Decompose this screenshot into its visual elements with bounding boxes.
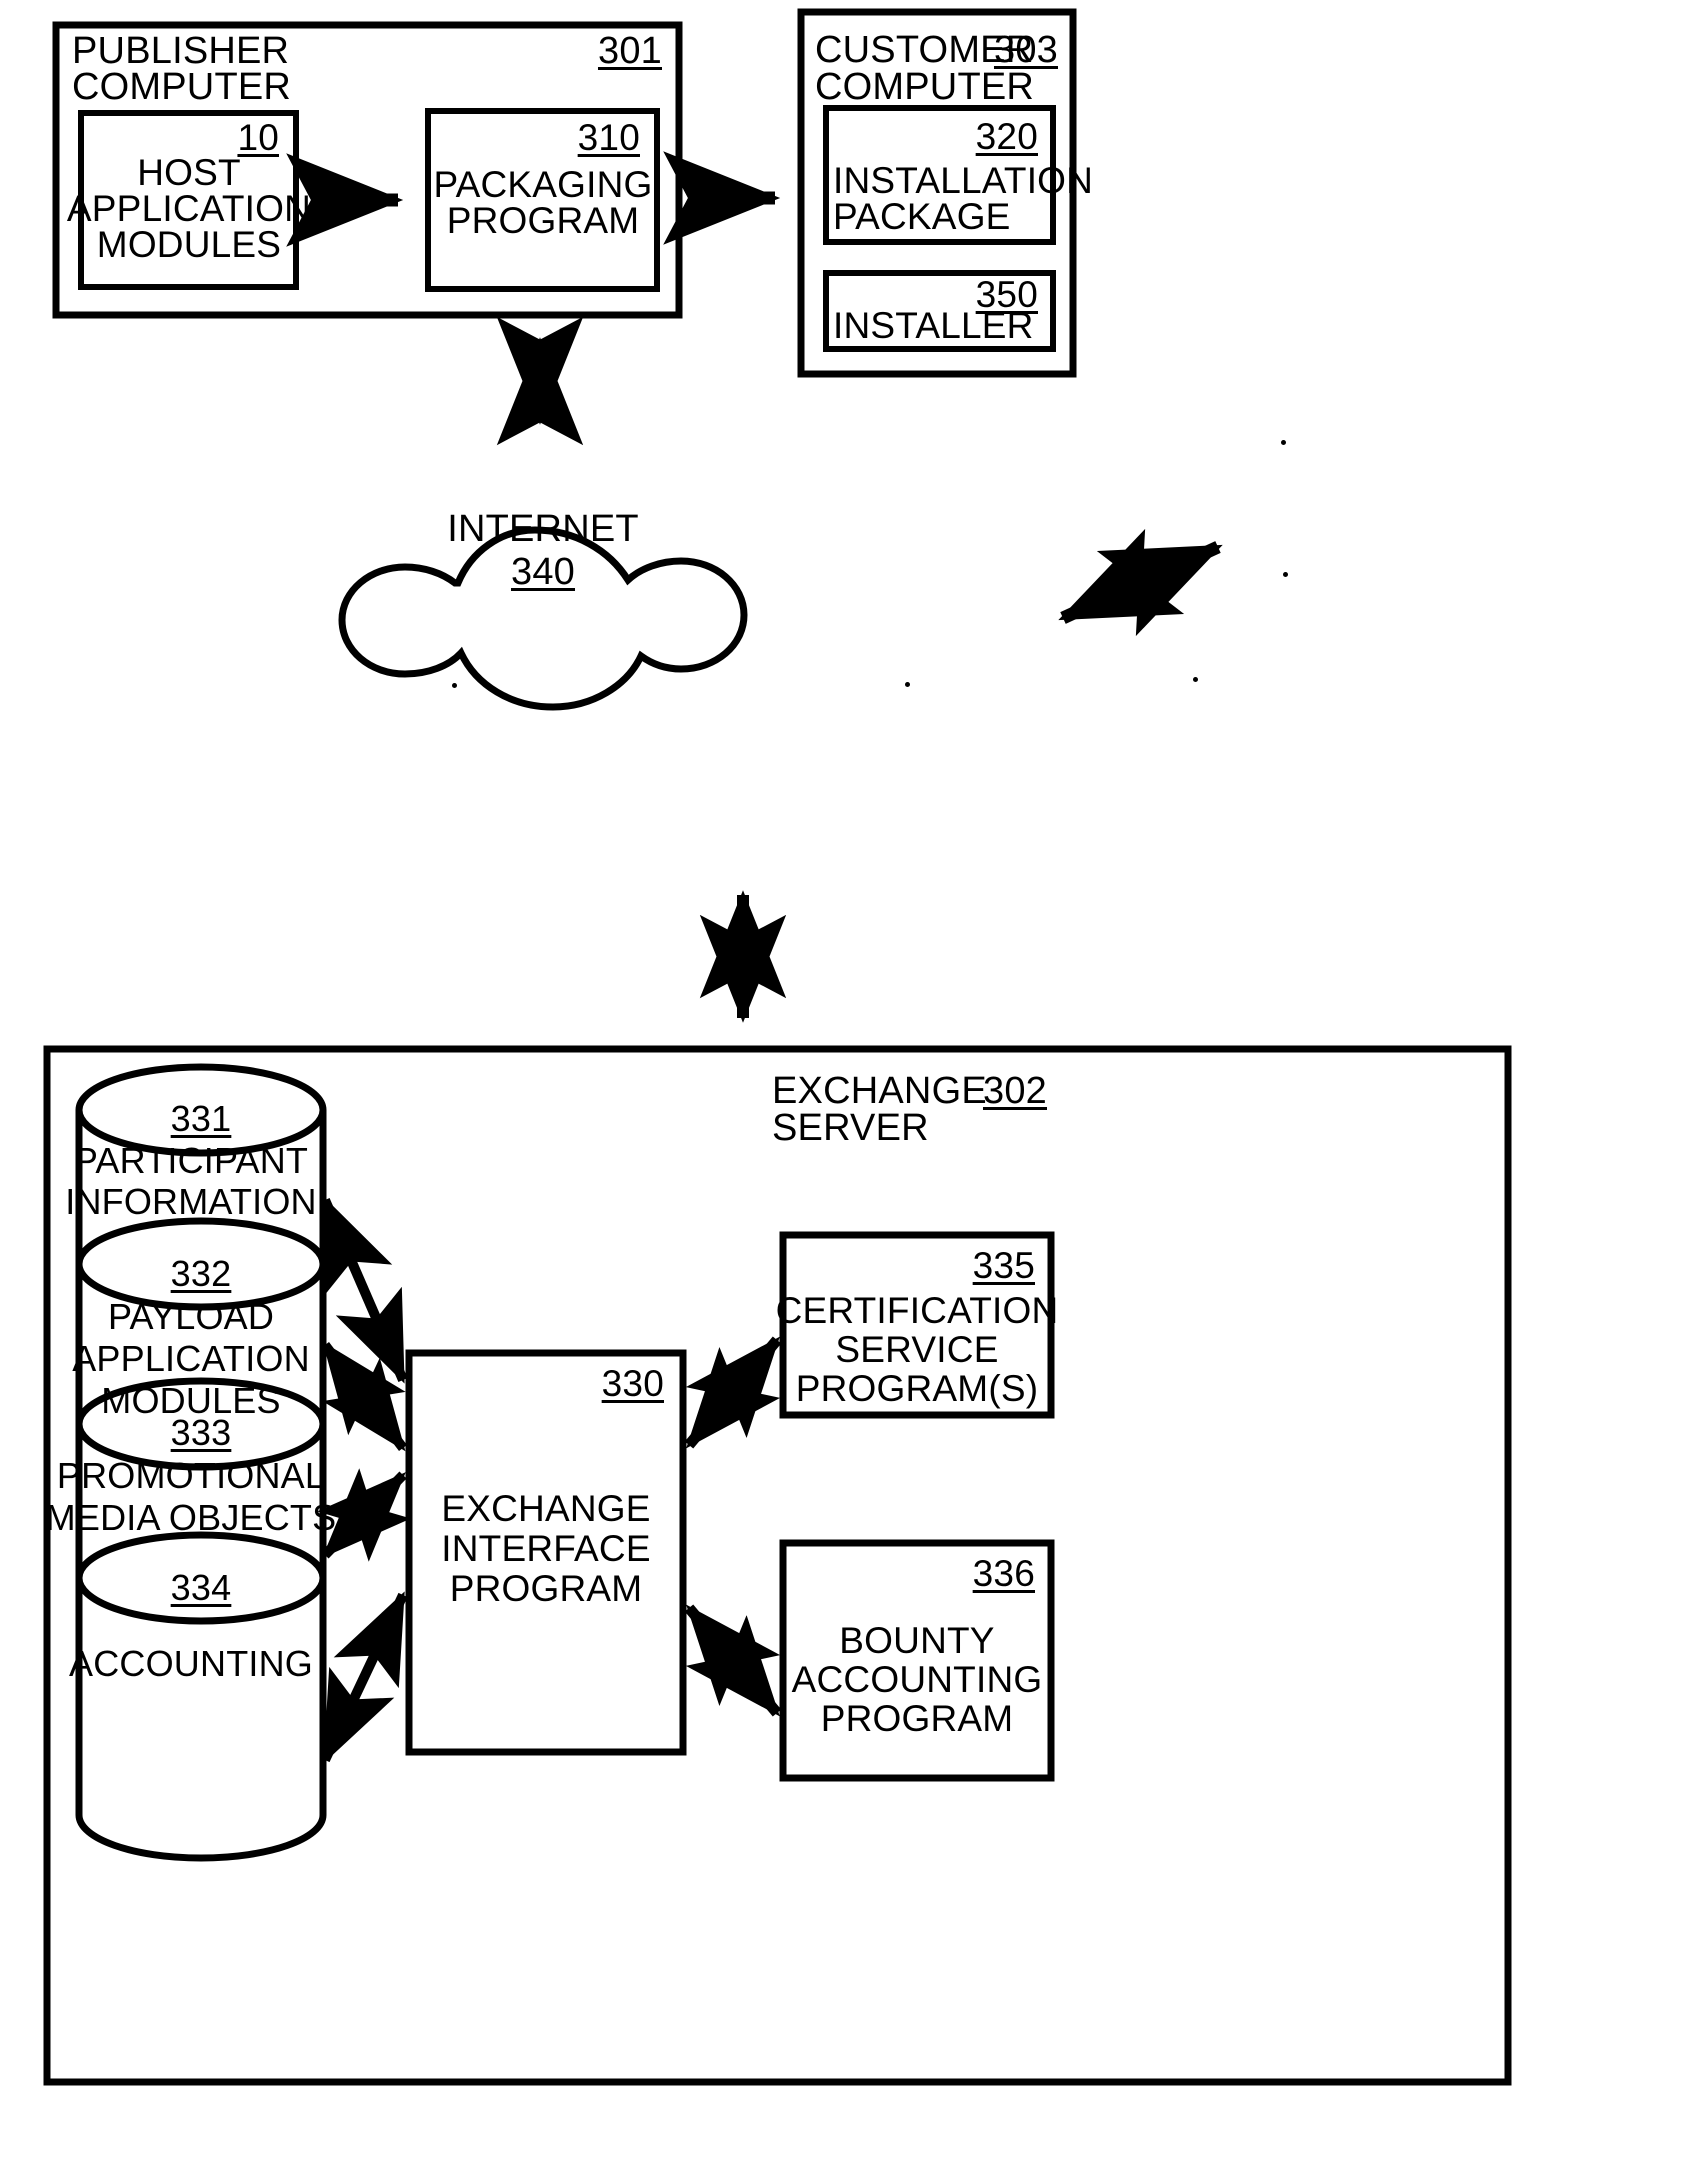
certification-service-program-line1: CERTIFICATION xyxy=(775,1290,1059,1331)
scan-speck xyxy=(1193,677,1198,682)
host-application-modules-ref: 10 xyxy=(237,117,279,158)
bounty-accounting-program-line1: BOUNTY xyxy=(839,1620,995,1661)
installation-package-ref: 320 xyxy=(975,116,1038,157)
packaging-program-ref: 310 xyxy=(577,117,640,158)
arrow-interface-to-certification xyxy=(684,1336,782,1449)
database-331-ref: 331 xyxy=(170,1098,232,1139)
publisher-computer-ref: 301 xyxy=(597,30,662,72)
publisher-computer-label-line2: COMPUTER xyxy=(72,66,292,108)
database-332-line1: PAYLOAD xyxy=(107,1296,275,1337)
arrow-internet-to-customer xyxy=(1058,528,1223,637)
database-334-line1: ACCOUNTING xyxy=(69,1643,313,1684)
certification-service-program-line3: PROGRAM(S) xyxy=(795,1368,1039,1409)
database-331-line2: INFORMATION xyxy=(65,1181,317,1222)
packaging-program-line2: PROGRAM xyxy=(446,200,640,241)
scan-speck xyxy=(1283,572,1288,577)
database-333-ref: 333 xyxy=(170,1412,232,1453)
customer-computer-ref: 303 xyxy=(993,29,1058,71)
database-331-line1: PARTICIPANT xyxy=(73,1140,309,1181)
installation-package-line2: PACKAGE xyxy=(833,196,1011,237)
database-334-ref: 334 xyxy=(170,1567,232,1608)
exchange-interface-program-line2: INTERFACE xyxy=(441,1528,651,1569)
installer-line1: INSTALLER xyxy=(833,305,1034,346)
arrow-db333-to-interface xyxy=(317,1468,411,1562)
arrow-interface-to-bounty xyxy=(684,1604,782,1717)
exchange-interface-program-line3: PROGRAM xyxy=(449,1568,643,1609)
scan-speck xyxy=(452,683,457,688)
host-application-modules-line3: MODULES xyxy=(96,224,282,265)
certification-service-program-ref: 335 xyxy=(972,1245,1035,1286)
bounty-accounting-program-line3: PROGRAM xyxy=(820,1698,1014,1739)
internet-cloud-label: INTERNET xyxy=(447,508,639,550)
bounty-accounting-program-line2: ACCOUNTING xyxy=(791,1659,1043,1700)
database-332-line2: APPLICATION xyxy=(72,1338,310,1379)
database-333-line2: MEDIA OBJECTS xyxy=(45,1497,337,1538)
customer-computer-label-line2: COMPUTER xyxy=(815,66,1035,108)
bounty-accounting-program-ref: 336 xyxy=(972,1553,1035,1594)
database-332-ref: 332 xyxy=(170,1253,232,1294)
certification-service-program-line2: SERVICE xyxy=(835,1329,999,1370)
patent-figure: PUBLISHER COMPUTER 301 10 HOST APPLICATI… xyxy=(0,0,1683,2168)
arrow-db334-to-interface xyxy=(320,1591,408,1764)
scan-speck xyxy=(905,682,910,687)
exchange-server-ref: 302 xyxy=(982,1070,1047,1112)
exchange-interface-program-line1: EXCHANGE xyxy=(441,1488,651,1529)
scan-speck xyxy=(1281,440,1286,445)
database-333-line1: PROMOTIONAL xyxy=(56,1455,326,1496)
exchange-interface-program-ref: 330 xyxy=(601,1363,664,1404)
exchange-server-label-line2: SERVER xyxy=(772,1107,929,1149)
internet-cloud-ref: 340 xyxy=(510,551,576,593)
